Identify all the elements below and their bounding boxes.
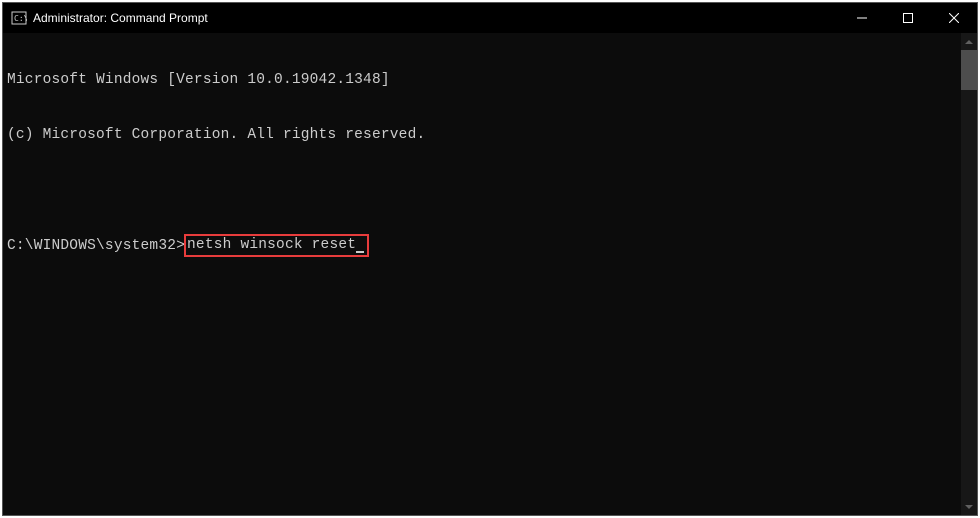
scroll-down-icon[interactable] — [961, 498, 977, 515]
scroll-up-icon[interactable] — [961, 33, 977, 50]
window-title: Administrator: Command Prompt — [33, 11, 839, 25]
close-icon — [949, 13, 959, 23]
version-line: Microsoft Windows [Version 10.0.19042.13… — [7, 71, 973, 89]
prompt-text: C:\WINDOWS\system32> — [7, 237, 185, 255]
prompt-line: C:\WINDOWS\system32>netsh winsock reset — [7, 234, 973, 257]
terminal-body[interactable]: Microsoft Windows [Version 10.0.19042.13… — [3, 33, 977, 515]
window-controls — [839, 3, 977, 33]
maximize-icon — [903, 13, 913, 23]
command-highlight: netsh winsock reset — [184, 234, 369, 257]
command-text: netsh winsock reset — [187, 237, 356, 253]
scrollbar[interactable] — [961, 33, 977, 515]
close-button[interactable] — [931, 3, 977, 33]
cursor — [356, 251, 364, 253]
minimize-button[interactable] — [839, 3, 885, 33]
copyright-line: (c) Microsoft Corporation. All rights re… — [7, 126, 973, 144]
svg-text:C:\: C:\ — [14, 14, 27, 23]
cmd-icon: C:\ — [11, 10, 27, 26]
minimize-icon — [857, 13, 867, 23]
scroll-thumb[interactable] — [961, 50, 977, 90]
blank-line — [7, 180, 973, 198]
titlebar[interactable]: C:\ Administrator: Command Prompt — [3, 3, 977, 33]
command-prompt-window: C:\ Administrator: Command Prompt — [2, 2, 978, 516]
maximize-button[interactable] — [885, 3, 931, 33]
